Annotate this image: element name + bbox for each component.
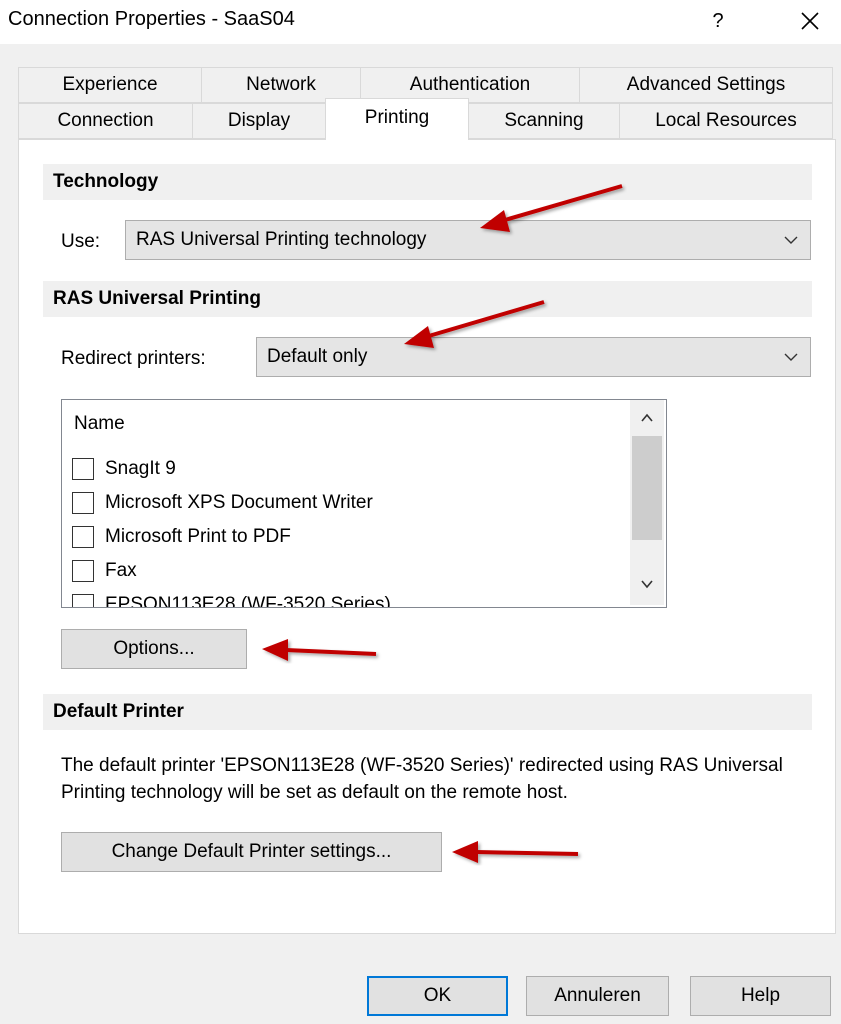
redirect-printers-label: Redirect printers: [61, 348, 206, 369]
annotation-arrow-icon [262, 639, 377, 661]
printer-checkbox[interactable] [72, 594, 94, 607]
help-button[interactable]: Help [690, 976, 831, 1016]
default-printer-description: The default printer 'EPSON113E28 (WF-352… [61, 755, 783, 803]
printer-checkbox[interactable] [72, 458, 94, 480]
printing-panel: Technology Use: RAS Universal Printing t… [18, 139, 836, 934]
printer-list-header: Name [74, 413, 125, 434]
close-icon [801, 12, 819, 30]
tab-local-resources[interactable]: Local Resources [619, 103, 833, 139]
tab-experience[interactable]: Experience [18, 67, 202, 103]
tab-display[interactable]: Display [192, 103, 326, 139]
list-item[interactable]: Microsoft XPS Document Writer [72, 486, 373, 520]
printer-list-scrollbar[interactable] [630, 400, 664, 605]
tab-printing[interactable]: Printing [325, 98, 469, 140]
printer-list[interactable]: Name SnagIt 9 Microsoft XPS Document Wri… [61, 399, 667, 608]
close-button[interactable] [790, 4, 830, 38]
printer-checkbox[interactable] [72, 492, 94, 514]
use-label: Use: [61, 231, 101, 252]
redirect-printers-value: Default only [267, 346, 368, 367]
printer-name: Microsoft XPS Document Writer [105, 492, 373, 513]
cancel-button[interactable]: Annuleren [526, 976, 669, 1016]
technology-section-header: Technology [43, 164, 812, 200]
window-title: Connection Properties - SaaS04 [8, 8, 295, 30]
printer-name: SnagIt 9 [105, 458, 176, 479]
help-title-button[interactable]: ? [703, 4, 733, 38]
tab-connection[interactable]: Connection [18, 103, 193, 139]
scroll-thumb[interactable] [632, 436, 662, 540]
title-bar: Connection Properties - SaaS04 ? [0, 0, 841, 44]
use-technology-value: RAS Universal Printing technology [136, 229, 427, 250]
chevron-up-icon[interactable] [639, 410, 655, 426]
ok-button[interactable]: OK [367, 976, 508, 1016]
annotation-arrow-icon [452, 841, 579, 863]
printer-checkbox[interactable] [72, 560, 94, 582]
printer-name: Fax [105, 560, 137, 581]
list-item[interactable]: SnagIt 9 [72, 452, 176, 486]
change-default-printer-button[interactable]: Change Default Printer settings... [61, 832, 442, 872]
use-technology-dropdown[interactable]: RAS Universal Printing technology [125, 220, 811, 260]
tab-advanced-settings[interactable]: Advanced Settings [579, 67, 833, 103]
chevron-down-icon [784, 236, 798, 244]
list-item[interactable]: Fax [72, 554, 137, 588]
default-printer-section-header: Default Printer [43, 694, 812, 730]
annotation-arrow-icon [404, 300, 545, 348]
list-item[interactable]: EPSON113E28 (WF-3520 Series) [72, 588, 391, 608]
options-button[interactable]: Options... [61, 629, 247, 669]
chevron-down-icon[interactable] [639, 576, 655, 592]
printer-name: Microsoft Print to PDF [105, 526, 291, 547]
printer-name: EPSON113E28 (WF-3520 Series) [105, 594, 391, 608]
annotation-arrow-icon [480, 184, 623, 232]
tab-scanning[interactable]: Scanning [468, 103, 620, 139]
printer-checkbox[interactable] [72, 526, 94, 548]
chevron-down-icon [784, 353, 798, 361]
list-item[interactable]: Microsoft Print to PDF [72, 520, 291, 554]
